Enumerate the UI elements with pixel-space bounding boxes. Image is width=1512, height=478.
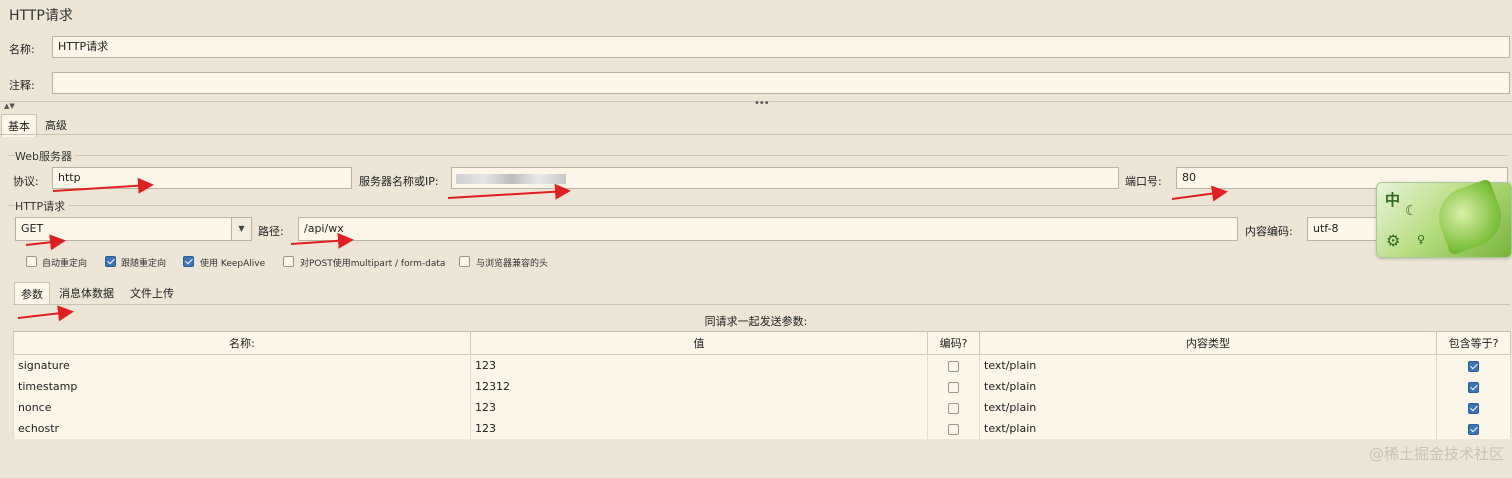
- arrow-protocol: [52, 177, 154, 194]
- arrow-params: [17, 305, 74, 322]
- arrow-port: [1171, 185, 1228, 202]
- arrow-path: [290, 232, 354, 249]
- watermark: @稀土掘金技术社区: [1368, 445, 1504, 463]
- annotation-arrows: [17, 177, 1228, 322]
- arrow-server: [447, 183, 571, 200]
- arrow-method: [25, 234, 66, 251]
